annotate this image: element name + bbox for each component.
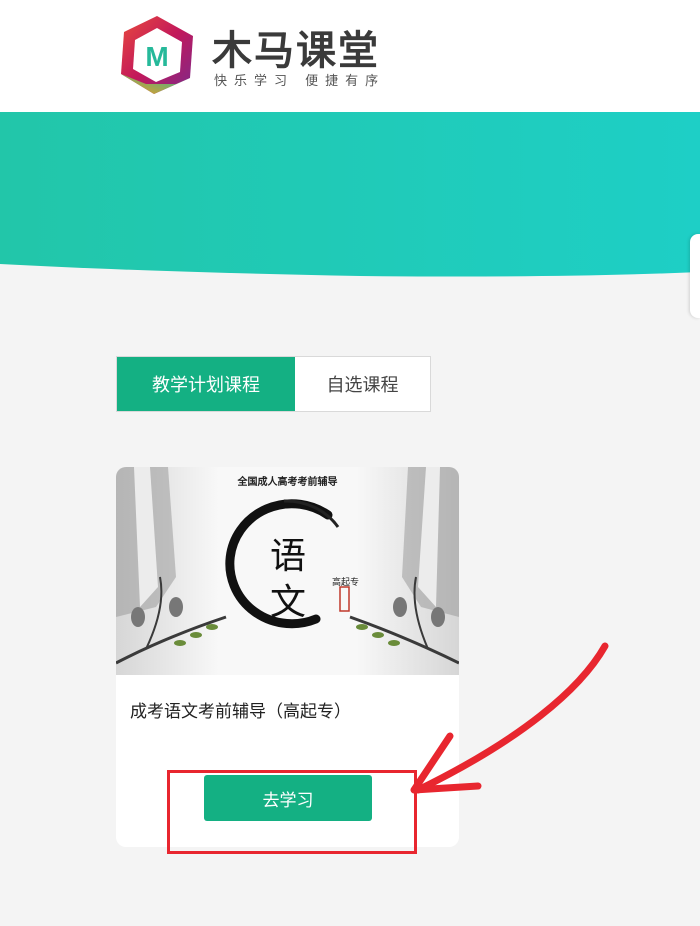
tab-elective-courses[interactable]: 自选课程 xyxy=(295,357,430,411)
brand-slogan: 快乐学习 便捷有序 xyxy=(214,74,386,89)
brand-name: 木马课堂 xyxy=(212,28,380,74)
cover-character-yu: 语 xyxy=(270,536,307,577)
course-tabs: 教学计划课程 自选课程 xyxy=(116,356,431,412)
course-title[interactable]: 成考语文考前辅导（高起专） xyxy=(130,697,351,722)
cover-character-wen: 文 xyxy=(270,582,307,623)
svg-text:M: M xyxy=(145,41,168,72)
site-header: M 木马课堂 快乐学习 便捷有序 xyxy=(0,0,700,112)
side-float-tab[interactable] xyxy=(690,234,700,318)
hero-banner xyxy=(0,112,700,277)
red-arrow-annotation xyxy=(410,642,609,794)
cover-subtitle: 全国成人高考考前辅导 xyxy=(237,477,338,488)
tab-plan-courses[interactable]: 教学计划课程 xyxy=(117,357,295,411)
hexagon-logo-icon[interactable]: M xyxy=(116,14,198,96)
annotation-highlight-box xyxy=(167,770,417,854)
cover-level-tag: 高起专 xyxy=(332,578,360,588)
